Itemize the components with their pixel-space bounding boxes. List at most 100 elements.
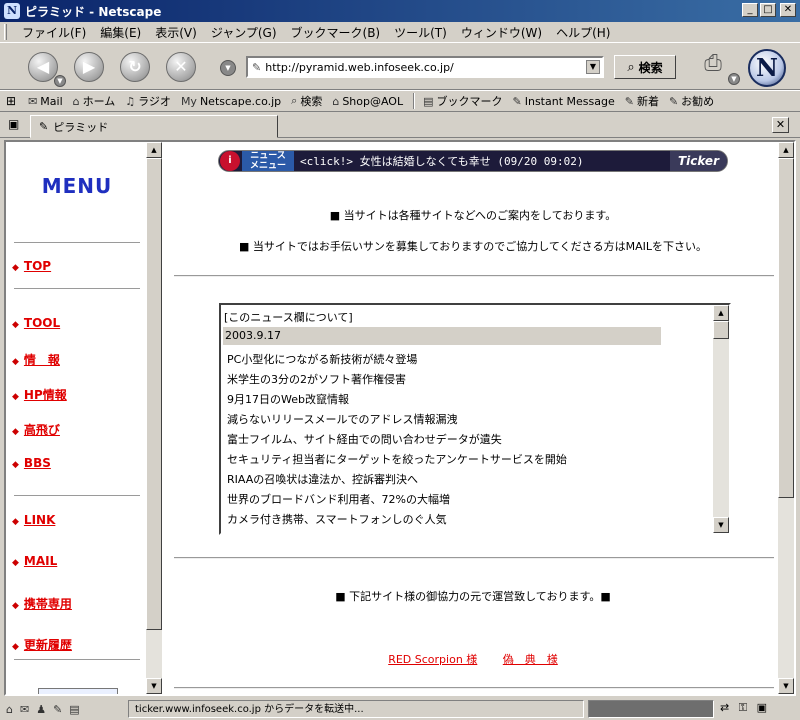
nav-link-link-anchor[interactable]: LINK [24,513,55,527]
news-item[interactable]: セキュリティ担当者にターゲットを絞ったアンケートサービスを開始 [227,451,567,467]
scroll-down-arrow-icon[interactable]: ▼ [146,678,162,694]
scroll-thumb[interactable] [146,158,162,630]
toolbar-link-label: ラジオ [138,95,171,108]
status-bar: ⌂ ✉ ♟ ✎ ▤ ticker.www.infoseek.co.jp からデー… [0,698,800,720]
nav-link-mobile-anchor[interactable]: 携帯専用 [24,597,72,611]
toolbar-link-home[interactable]: ⌂ ホーム [73,93,116,109]
news-about-link[interactable]: [このニュース欄について] [224,309,353,325]
page-proxy-icon[interactable]: ✎ [252,61,261,74]
nav-link-mobile: ◆ 携帯専用 [12,597,72,611]
url-dropdown-icon[interactable]: ▼ [586,60,600,74]
scroll-up-arrow-icon[interactable]: ▲ [778,142,794,158]
toolbar-link-shop[interactable]: ⌂ Shop@AOL [332,95,403,108]
nav-link-bbs-anchor[interactable]: BBS [24,456,51,470]
news-item[interactable]: 9月17日のWeb改竄情報 [227,391,349,407]
ticker-brand-label: Ticker [669,151,727,171]
progress-bar [588,700,714,718]
news-item[interactable]: PC小型化につながる新技術が続々登場 [227,351,417,367]
nav-link-mail-anchor[interactable]: MAIL [24,554,57,568]
minimize-button[interactable]: _ [742,3,758,17]
menu-bar: ファイル(F) 編集(E) 表示(V) ジャンプ(G) ブックマーク(B) ツー… [0,22,800,42]
scroll-down-arrow-icon[interactable]: ▼ [713,517,729,533]
scroll-down-arrow-icon[interactable]: ▼ [778,678,794,694]
ticker-news-menu-button[interactable]: ニュース メニュー [242,151,294,171]
news-item[interactable]: 米学生の3分の2がソフト著作権侵害 [227,371,406,387]
toolbar-link-search[interactable]: ⌕ 検索 [291,93,322,109]
scroll-thumb[interactable] [713,321,729,339]
aim-icon[interactable]: ♟ [36,703,46,716]
back-button[interactable]: ◀ [28,52,58,82]
close-window-button[interactable]: ✕ [780,3,796,17]
news-item[interactable]: カメラ付き携帯、スマートフォンしのぐ人気 [227,511,447,527]
scroll-thumb[interactable] [778,158,794,498]
search-icon: ⌕ [291,94,298,107]
nav-link-history-anchor[interactable]: 更新履歴 [24,638,72,652]
infoseek-ticker[interactable]: i ニュース メニュー <click!> 女性は結婚しなくても幸せ (09/20… [218,150,728,172]
forward-button[interactable]: ▶ [74,52,104,82]
shop-icon: ⌂ [332,94,340,108]
nav-link-top-anchor[interactable]: TOP [24,259,51,273]
nav-link-mail: ◆ MAIL [12,554,58,568]
toolbar-link-instant-message[interactable]: ✎ Instant Message [513,95,615,108]
menu-go[interactable]: ジャンプ(G) [204,24,284,41]
mail-icon[interactable]: ✉ [20,703,29,716]
nav-link-hp-info-anchor[interactable]: HP情報 [24,388,67,402]
netscape-app-icon: N [4,3,20,19]
new-tab-icon[interactable]: ▣ [8,117,19,131]
url-input[interactable] [265,60,576,74]
online-status-icon[interactable]: ⇄ [720,701,729,714]
scroll-up-arrow-icon[interactable]: ▲ [713,305,729,321]
tab-pyramid[interactable]: ✎ ピラミッド [30,115,278,138]
maximize-button[interactable]: □ [760,3,776,17]
left-menu-frame: MENU ◆ TOP ◆ TOOL ◆ 情 報 ◆ HP情報 ◆ 高飛び ◆ BBS ◆ LI… [6,142,162,694]
menu-help[interactable]: ヘルプ(H) [549,24,617,41]
home-icon: ⌂ [72,94,80,108]
reload-button[interactable]: ↻ [120,52,150,82]
main-scrollbar[interactable]: ▲ ▼ [778,142,794,694]
scroll-up-arrow-icon[interactable]: ▲ [146,142,162,158]
news-item[interactable]: 世界のブロードバンド利用者、72%の大幅増 [227,491,450,507]
left-frame-scrollbar[interactable]: ▲ ▼ [146,142,162,694]
netscape-throbber-logo[interactable]: N [748,49,786,87]
news-item[interactable]: 減らないリリースメールでのアドレス情報漏洩 [227,411,457,427]
menu-file[interactable]: ファイル(F) [15,24,93,41]
security-icon[interactable]: ⚿ [739,701,747,714]
toolbar-link-new[interactable]: ✎ 新着 [625,93,659,109]
url-history-dropdown[interactable]: ▼ [220,60,236,76]
personal-toolbar: ⊞ ✉ Mail ⌂ ホーム ♫ ラジオ My Netscape.co.jp ⌕ 検索 ⌂… [0,90,800,112]
menu-edit[interactable]: 編集(E) [93,24,148,41]
menu-tools[interactable]: ツール(T) [387,24,454,41]
nav-link-takatobi-anchor[interactable]: 高飛び [24,423,60,437]
partner-link-giten[interactable]: 偽 典 様 [503,653,558,666]
close-tab-button[interactable]: ✕ [772,117,789,133]
composer-icon[interactable]: ✎ [53,703,62,716]
link-icon: ✎ [512,94,522,108]
menu-bookmarks[interactable]: ブックマーク(B) [284,24,388,41]
window-controls: _ □ ✕ [742,3,796,17]
toolbar-link-netscape[interactable]: My Netscape.co.jp [181,95,281,108]
nav-link-tool-anchor[interactable]: TOOL [24,316,60,330]
menubar-grip[interactable] [4,24,7,40]
news-item[interactable]: 富士フイルム、サイト経由での問い合わせデータが遺失 [227,431,502,447]
back-history-dropdown[interactable]: ▼ [54,75,66,87]
toolbar-home-icon[interactable]: ⊞ [6,94,16,108]
toolbar-link-bookmarks[interactable]: ▤ ブックマーク [423,93,502,109]
ticker-headline[interactable]: <click!> 女性は結婚しなくても幸せ (09/20 09:02) [294,153,670,169]
search-button[interactable]: ⌕ 検索 [614,55,676,79]
news-item[interactable]: RIAAの召喚状は違法か、控訴審判決へ [227,471,418,487]
news-date: 2003.9.17 [223,327,661,345]
news-scrollbar[interactable]: ▲ ▼ [713,305,729,533]
print-icon[interactable]: ⎙ [696,51,730,79]
stop-button[interactable]: ✕ [166,52,196,82]
lock-icon[interactable]: ▣ [757,701,767,714]
menu-window[interactable]: ウィンドウ(W) [454,24,549,41]
nav-link-info-anchor[interactable]: 情 報 [24,353,60,367]
toolbar-link-recommend[interactable]: ✎ お勧め [669,93,714,109]
toolbar-link-mail[interactable]: ✉ Mail [28,95,63,108]
menu-view[interactable]: 表示(V) [148,24,204,41]
print-dropdown[interactable]: ▼ [728,73,740,85]
navigator-icon[interactable]: ⌂ [6,703,13,716]
address-book-icon[interactable]: ▤ [69,703,79,716]
partner-link-red-scorpion[interactable]: RED Scorpion 様 [388,653,477,666]
toolbar-link-radio[interactable]: ♫ ラジオ [125,93,171,109]
